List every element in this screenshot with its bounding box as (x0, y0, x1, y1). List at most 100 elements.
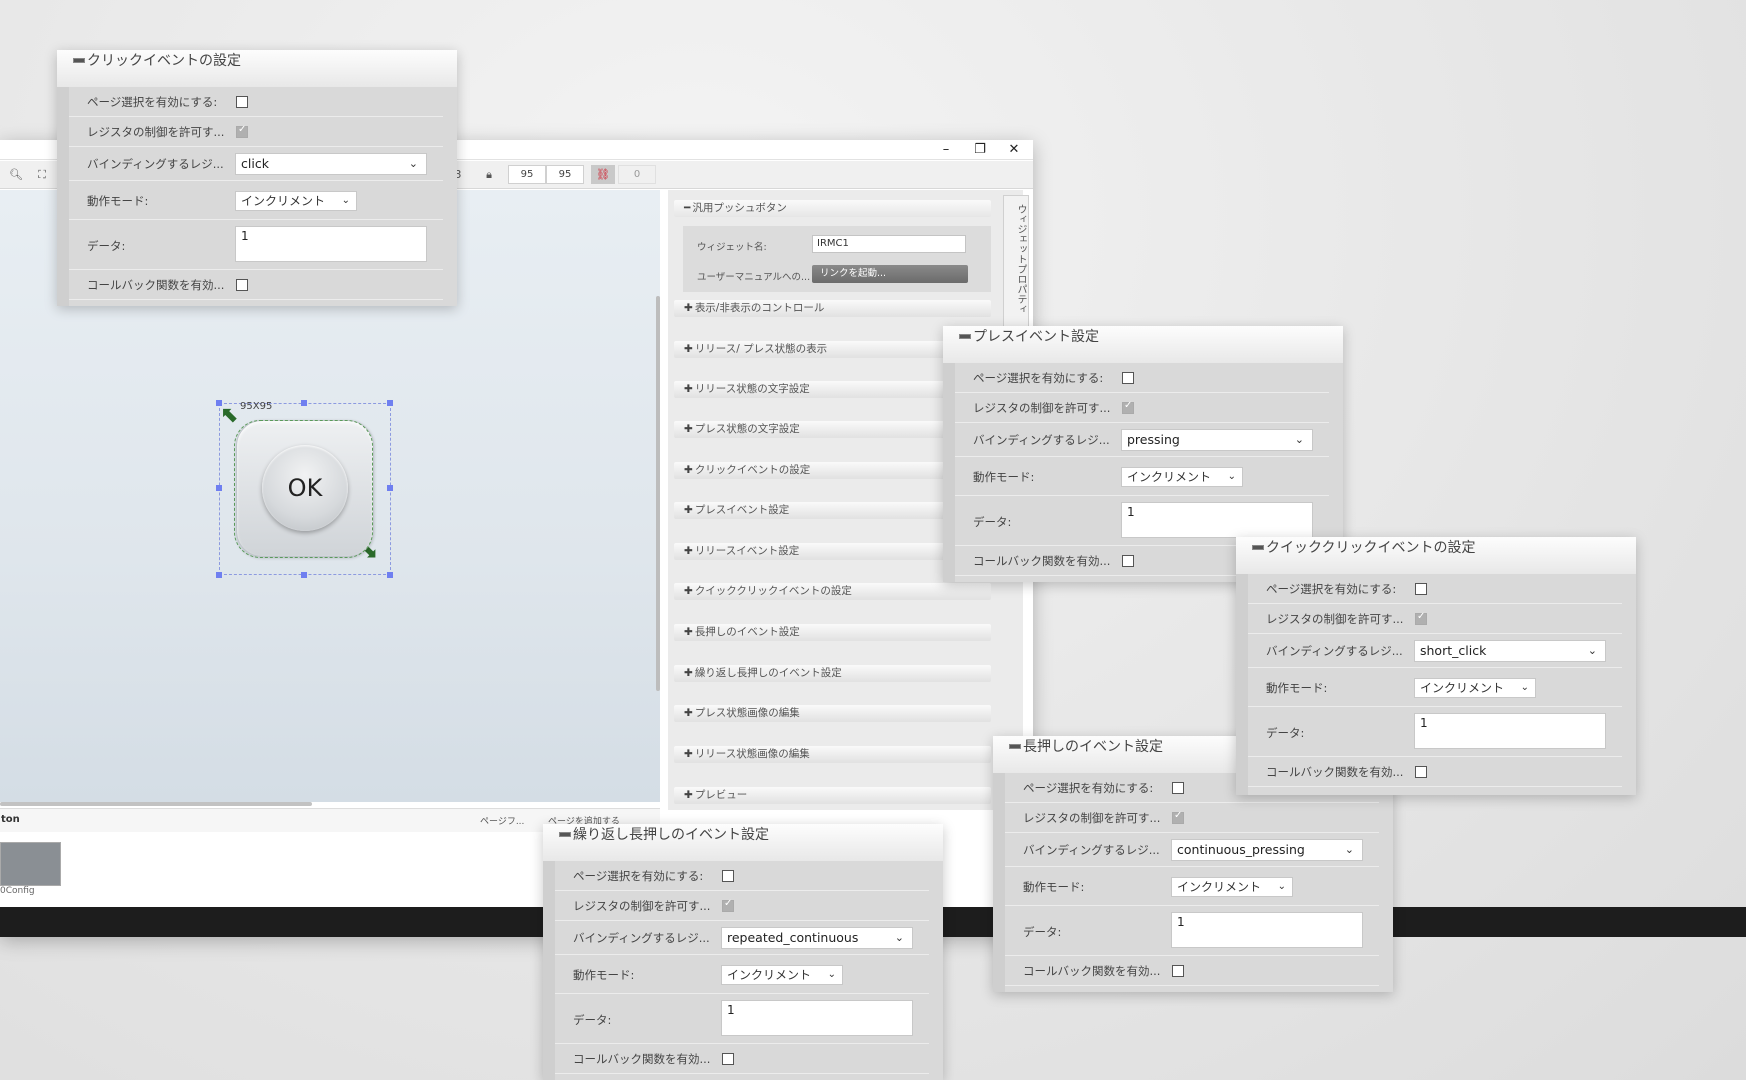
resize-handle[interactable] (387, 400, 393, 406)
collapse-icon[interactable] (959, 333, 971, 339)
binding-value: click (241, 156, 269, 171)
dialog-header[interactable]: クイッククリックイベントの設定 (1236, 537, 1636, 574)
canvas-vertical-scrollbar[interactable] (656, 296, 660, 691)
resize-handle[interactable] (387, 485, 393, 491)
minimize-button[interactable]: – (933, 141, 959, 159)
ok-button[interactable]: OK (262, 445, 348, 531)
width-field[interactable]: 95 (508, 165, 546, 184)
dialog-title: プレスイベント設定 (973, 329, 1099, 345)
mode-value: インクリメント (727, 967, 812, 982)
resize-handle[interactable] (301, 572, 307, 578)
resize-handle[interactable] (387, 572, 393, 578)
section-label: リリース/ プレス状態の表示 (694, 343, 828, 355)
data-input[interactable]: 1 (1171, 912, 1363, 948)
chevron-down-icon: ⌄ (408, 157, 418, 170)
search-icon[interactable]: 🔍︎ (5, 166, 27, 184)
widget-name-input[interactable]: IRMC1 (812, 235, 966, 253)
link-aspect-icon[interactable]: ⛓ (591, 165, 615, 184)
mode-select[interactable]: インクリメント ⌄ (1171, 876, 1293, 897)
section-10[interactable]: ✚ 繰り返し長押しのイベント設定 (674, 665, 991, 682)
dialog-title: 繰り返し長押しのイベント設定 (573, 827, 769, 843)
register-control-checkbox[interactable] (236, 124, 248, 138)
chevron-down-icon: ⌄ (1520, 681, 1529, 693)
canvas-horizontal-scrollbar[interactable] (0, 802, 312, 806)
dialog-row: コールバック関数を有効... (69, 270, 443, 300)
rotation-field[interactable]: 0 (618, 165, 656, 184)
register-control-checkbox[interactable] (722, 898, 734, 912)
chevron-down-icon: ⌄ (1227, 470, 1236, 482)
mode-select[interactable]: インクリメント ⌄ (235, 190, 357, 211)
resize-handle[interactable] (216, 485, 222, 491)
callback-checkbox[interactable] (1415, 766, 1427, 778)
expand-icon: ✚ (684, 504, 693, 516)
data-input[interactable]: 1 (721, 1000, 913, 1036)
collapse-icon[interactable] (73, 57, 85, 63)
binding-value: pressing (1127, 432, 1180, 447)
binding-select[interactable]: click ⌄ (235, 153, 427, 175)
collapse-icon[interactable] (1252, 544, 1264, 550)
dialog-header[interactable]: プレスイベント設定 (943, 326, 1343, 363)
dialog-row: バインディングするレジ... short_click ⌄ (1248, 634, 1622, 668)
callback-checkbox[interactable] (1122, 555, 1134, 567)
callback-label: コールバック関数を有効... (973, 554, 1111, 568)
binding-select[interactable]: short_click ⌄ (1414, 640, 1606, 662)
section-label: 汎用プッシュボタン (692, 202, 787, 214)
expand-icon: ✚ (684, 789, 693, 801)
chevron-down-icon: ⌄ (1344, 843, 1354, 856)
page-select-checkbox[interactable] (1122, 372, 1134, 384)
section-label: 繰り返し長押しのイベント設定 (694, 667, 842, 679)
register-control-checkbox[interactable] (1122, 400, 1134, 414)
mode-select[interactable]: インクリメント ⌄ (1414, 677, 1536, 698)
lock-icon[interactable]: 🔒︎ (478, 166, 500, 184)
section-11[interactable]: ✚ プレス状態画像の編集 (674, 705, 991, 722)
section-12[interactable]: ✚ リリース状態画像の編集 (674, 746, 991, 763)
mode-select[interactable]: インクリメント ⌄ (1121, 466, 1243, 487)
dialog-row: バインディングするレジ... continuous_pressing ⌄ (1005, 833, 1379, 867)
height-field[interactable]: 95 (546, 165, 584, 184)
register-control-checkbox[interactable] (1172, 810, 1184, 824)
launch-link-button[interactable]: リンクを起動... (812, 265, 968, 283)
register-control-checkbox[interactable] (1415, 611, 1427, 625)
section-9[interactable]: ✚ 長押しのイベント設定 (674, 624, 991, 641)
resize-handle[interactable] (216, 572, 222, 578)
mode-value: インクリメント (241, 193, 326, 208)
register-control-label: レジスタの制御を許可す... (573, 899, 711, 913)
fullscreen-icon[interactable]: ⛶ (31, 166, 53, 184)
binding-label: バインディングするレジ... (87, 157, 224, 171)
callback-checkbox[interactable] (1172, 965, 1184, 977)
close-button[interactable]: ✕ (1001, 141, 1027, 159)
section-8[interactable]: ✚ クイッククリックイベントの設定 (674, 583, 991, 600)
page-select-checkbox[interactable] (236, 96, 248, 108)
binding-select[interactable]: repeated_continuous ⌄ (721, 927, 913, 949)
maximize-button[interactable]: ❐ (967, 141, 993, 159)
page-select-label: ページ選択を有効にする: (1266, 582, 1397, 596)
mode-select[interactable]: インクリメント ⌄ (721, 964, 843, 985)
dialog-header[interactable]: 繰り返し長押しのイベント設定 (543, 824, 943, 861)
binding-select[interactable]: pressing ⌄ (1121, 429, 1313, 451)
collapse-icon[interactable] (1009, 743, 1021, 749)
page-thumbnail[interactable] (0, 842, 61, 886)
page-select-checkbox[interactable] (722, 870, 734, 882)
page-select-checkbox[interactable] (1172, 782, 1184, 794)
data-input[interactable]: 1 (235, 226, 427, 262)
dialog-row: ページ選択を有効にする: (69, 87, 443, 117)
page-fit-button[interactable]: ページフ... (480, 814, 524, 827)
arrow-up-left-icon[interactable]: ⬉ (221, 403, 239, 428)
dialog-row: レジスタの制御を許可す... (955, 393, 1329, 423)
expand-icon: ✚ (684, 464, 693, 476)
section-13[interactable]: ✚ プレビュー (674, 787, 991, 804)
callback-checkbox[interactable] (236, 279, 248, 291)
mode-label: 動作モード: (573, 968, 635, 982)
dialog-header[interactable]: クリックイベントの設定 (57, 50, 457, 87)
data-input[interactable]: 1 (1121, 502, 1313, 538)
callback-checkbox[interactable] (722, 1053, 734, 1065)
section-generic-push-button[interactable]: ━ 汎用プッシュボタン (674, 200, 991, 217)
widget-properties-tab[interactable]: ウィジェットプロパティ (1003, 195, 1029, 330)
data-input[interactable]: 1 (1414, 713, 1606, 749)
page-select-checkbox[interactable] (1415, 583, 1427, 595)
data-label: データ: (973, 515, 1012, 529)
resize-handle[interactable] (301, 400, 307, 406)
section-1[interactable]: ✚ 表示/非表示のコントロール (674, 300, 991, 317)
collapse-icon[interactable] (559, 831, 571, 837)
binding-select[interactable]: continuous_pressing ⌄ (1171, 839, 1363, 861)
